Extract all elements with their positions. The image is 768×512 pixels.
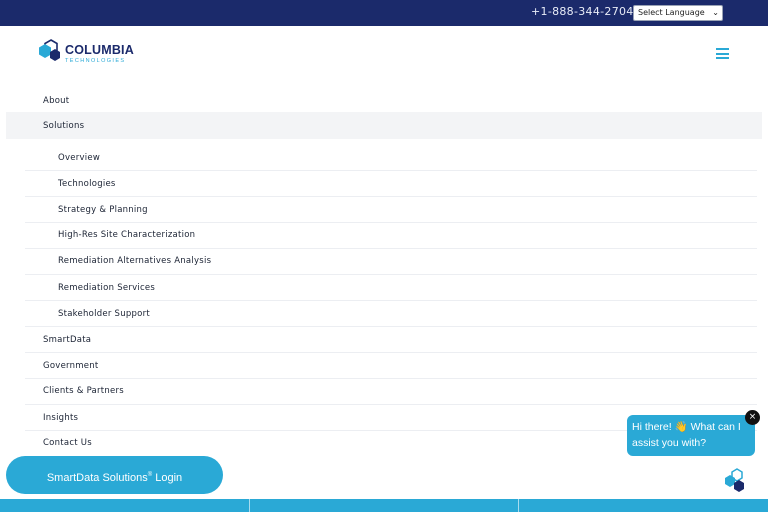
divider — [25, 222, 757, 223]
divider — [25, 248, 757, 249]
chevron-down-icon: ⌄ — [712, 8, 719, 17]
login-button-label: SmartData Solutions — [46, 472, 148, 484]
submenu-item-high-res-site[interactable]: High-Res Site Characterization — [58, 230, 195, 240]
menu-item-contact-us[interactable]: Contact Us — [43, 438, 92, 448]
divider — [25, 274, 757, 275]
submenu-item-technologies[interactable]: Technologies — [58, 179, 116, 189]
chat-greeting-text: Hi there! 👋 What can I assist you with? — [632, 421, 741, 449]
menu-item-insights[interactable]: Insights — [43, 413, 78, 423]
chat-greeting-bubble[interactable]: Hi there! 👋 What can I assist you with? — [627, 415, 755, 456]
menu-item-government[interactable]: Government — [43, 361, 99, 371]
submenu-item-overview[interactable]: Overview — [58, 153, 100, 163]
divider — [25, 378, 757, 379]
logo-wordmark: COLUMBIA — [65, 43, 134, 57]
login-button-suffix: Login — [152, 472, 183, 484]
logo-subtitle: TECHNOLOGIES — [65, 58, 126, 64]
submenu-item-remediation-services[interactable]: Remediation Services — [58, 283, 155, 293]
divider — [518, 499, 519, 512]
menu-item-smartdata[interactable]: SmartData — [43, 335, 91, 345]
submenu-item-strategy-planning[interactable]: Strategy & Planning — [58, 205, 148, 215]
menu-item-solutions[interactable]: Solutions — [43, 121, 84, 131]
language-select-value: Select Language — [638, 8, 705, 17]
divider — [25, 404, 757, 405]
language-select[interactable]: Select Language ⌄ — [633, 5, 723, 21]
smartdata-login-button[interactable]: SmartData Solutions® Login — [6, 456, 223, 494]
divider — [25, 170, 757, 171]
menu-item-about[interactable]: About — [43, 96, 69, 106]
site-logo[interactable]: COLUMBIA TECHNOLOGIES — [38, 38, 138, 68]
chat-launcher-icon[interactable] — [722, 468, 748, 492]
phone-number-link[interactable]: +1-888-344-2704 — [531, 5, 634, 18]
divider — [25, 352, 757, 353]
divider — [25, 300, 757, 301]
divider — [25, 196, 757, 197]
divider — [249, 499, 250, 512]
hamburger-menu-icon[interactable] — [716, 48, 729, 59]
submenu-item-stakeholder-support[interactable]: Stakeholder Support — [58, 309, 150, 319]
submenu-item-remediation-alternatives[interactable]: Remediation Alternatives Analysis — [58, 256, 211, 266]
close-icon[interactable]: × — [745, 410, 760, 425]
menu-item-clients-partners[interactable]: Clients & Partners — [43, 386, 124, 396]
footer-band — [0, 499, 768, 512]
active-menu-row — [6, 112, 762, 139]
hexagon-logo-icon — [39, 39, 60, 61]
top-bar: +1-888-344-2704 Select Language ⌄ — [0, 0, 768, 26]
divider — [25, 326, 757, 327]
